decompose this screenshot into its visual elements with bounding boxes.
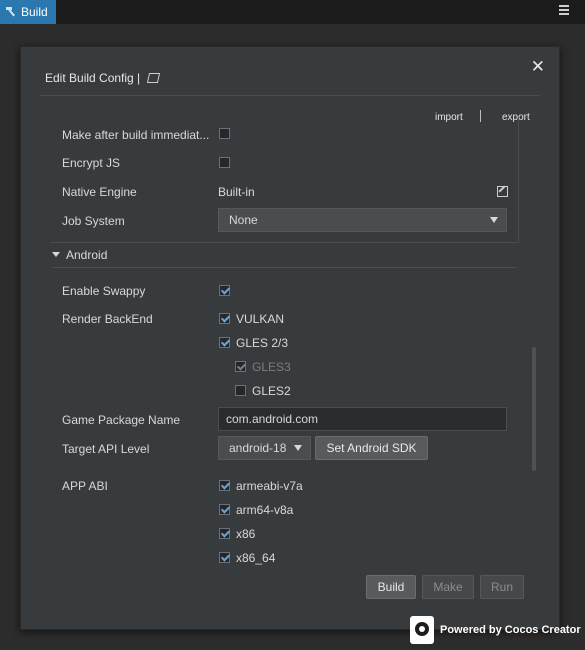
make-after-build-label: Make after build immediat... bbox=[62, 128, 210, 142]
scrollbar[interactable] bbox=[532, 347, 536, 471]
tab-bar: Build bbox=[0, 0, 585, 24]
native-engine-value: Built-in bbox=[218, 185, 255, 199]
caret-down-icon bbox=[52, 252, 60, 257]
tab-build[interactable]: Build bbox=[0, 0, 56, 24]
set-android-sdk-button[interactable]: Set Android SDK bbox=[315, 436, 428, 460]
gles2-label: GLES2 bbox=[252, 384, 291, 398]
game-package-name-label: Game Package Name bbox=[62, 413, 181, 427]
run-button[interactable]: Run bbox=[480, 575, 524, 599]
dialog-title-text: Edit Build Config | bbox=[45, 71, 141, 85]
dialog-title: Edit Build Config | bbox=[45, 71, 160, 85]
chevron-down-icon bbox=[294, 445, 302, 451]
gles23-checkbox[interactable] bbox=[219, 337, 230, 348]
android-section-label: Android bbox=[66, 248, 108, 262]
target-api-level-value: android-18 bbox=[229, 441, 287, 455]
encrypt-js-checkbox[interactable] bbox=[219, 157, 230, 168]
tab-label: Build bbox=[21, 5, 48, 19]
close-icon[interactable]: ✕ bbox=[531, 58, 545, 75]
abi-arm64-v8a-label: arm64-v8a bbox=[236, 503, 294, 517]
job-system-label: Job System bbox=[62, 214, 125, 228]
abi-x86-checkbox[interactable] bbox=[219, 528, 230, 539]
make-button[interactable]: Make bbox=[422, 575, 474, 599]
native-engine-label: Native Engine bbox=[62, 185, 137, 199]
enable-swappy-checkbox[interactable] bbox=[219, 285, 230, 296]
abi-x86-label: x86 bbox=[236, 527, 256, 541]
vulkan-label: VULKAN bbox=[236, 312, 285, 326]
vulkan-checkbox[interactable] bbox=[219, 313, 230, 324]
target-api-level-select[interactable]: android-18 bbox=[218, 436, 311, 460]
build-button[interactable]: Build bbox=[366, 575, 416, 599]
cocos-logo-icon bbox=[410, 616, 434, 644]
android-section-header[interactable]: Android bbox=[52, 248, 107, 262]
edit-build-config-dialog: Edit Build Config | ✕ import export Make… bbox=[20, 46, 560, 630]
gles2-checkbox[interactable] bbox=[235, 385, 246, 396]
enable-swappy-label: Enable Swappy bbox=[62, 284, 146, 298]
gles3-label: GLES3 bbox=[252, 360, 291, 374]
abi-armeabi-v7a-label: armeabi-v7a bbox=[236, 479, 303, 493]
footer: Powered by Cocos Creator bbox=[410, 615, 581, 645]
abi-x86_64-checkbox[interactable] bbox=[219, 552, 230, 563]
abi-armeabi-v7a-checkbox[interactable] bbox=[219, 480, 230, 491]
game-package-name-value: com.android.com bbox=[226, 412, 319, 426]
abi-arm64-v8a-checkbox[interactable] bbox=[219, 504, 230, 515]
encrypt-js-label: Encrypt JS bbox=[62, 156, 121, 170]
make-after-build-checkbox[interactable] bbox=[219, 128, 230, 139]
gles23-label: GLES 2/3 bbox=[236, 336, 289, 350]
section-divider bbox=[52, 267, 517, 268]
target-api-level-label: Target API Level bbox=[62, 442, 150, 456]
job-system-value: None bbox=[229, 213, 258, 227]
hammer-icon bbox=[6, 7, 15, 17]
menu-icon[interactable] bbox=[559, 5, 569, 15]
powered-by-text: Powered by Cocos Creator bbox=[440, 624, 581, 636]
edit-icon[interactable] bbox=[497, 186, 508, 197]
job-system-select[interactable]: None bbox=[218, 208, 507, 232]
app-abi-label: APP ABI bbox=[62, 479, 108, 493]
title-divider bbox=[40, 95, 540, 96]
chevron-down-icon bbox=[490, 217, 498, 223]
render-backend-label: Render BackEnd bbox=[62, 312, 153, 326]
book-icon[interactable] bbox=[146, 73, 160, 83]
abi-x86_64-label: x86_64 bbox=[236, 551, 276, 565]
gles3-checkbox bbox=[235, 361, 246, 372]
game-package-name-input[interactable]: com.android.com bbox=[218, 407, 507, 431]
